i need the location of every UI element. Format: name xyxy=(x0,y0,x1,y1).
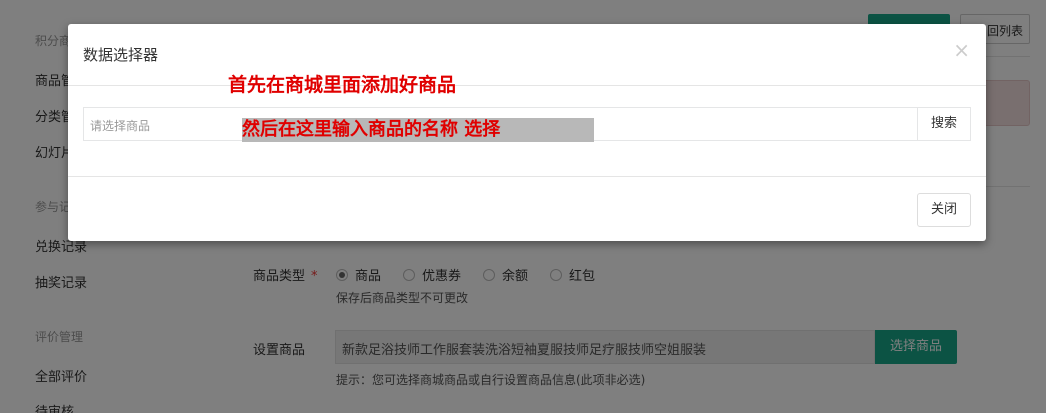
modal-footer: 关闭 xyxy=(68,176,986,241)
search-button[interactable]: 搜索 xyxy=(917,107,971,141)
close-button[interactable]: 关闭 xyxy=(917,193,971,227)
modal-title: 数据选择器 xyxy=(83,46,159,64)
close-icon[interactable]: × xyxy=(953,38,970,62)
annotation-first: 首先在商城里面添加好商品 xyxy=(228,74,457,96)
annotation-second: 然后在这里输入商品的名称 选择 xyxy=(242,118,594,142)
modal-header: 数据选择器 × xyxy=(68,24,986,86)
